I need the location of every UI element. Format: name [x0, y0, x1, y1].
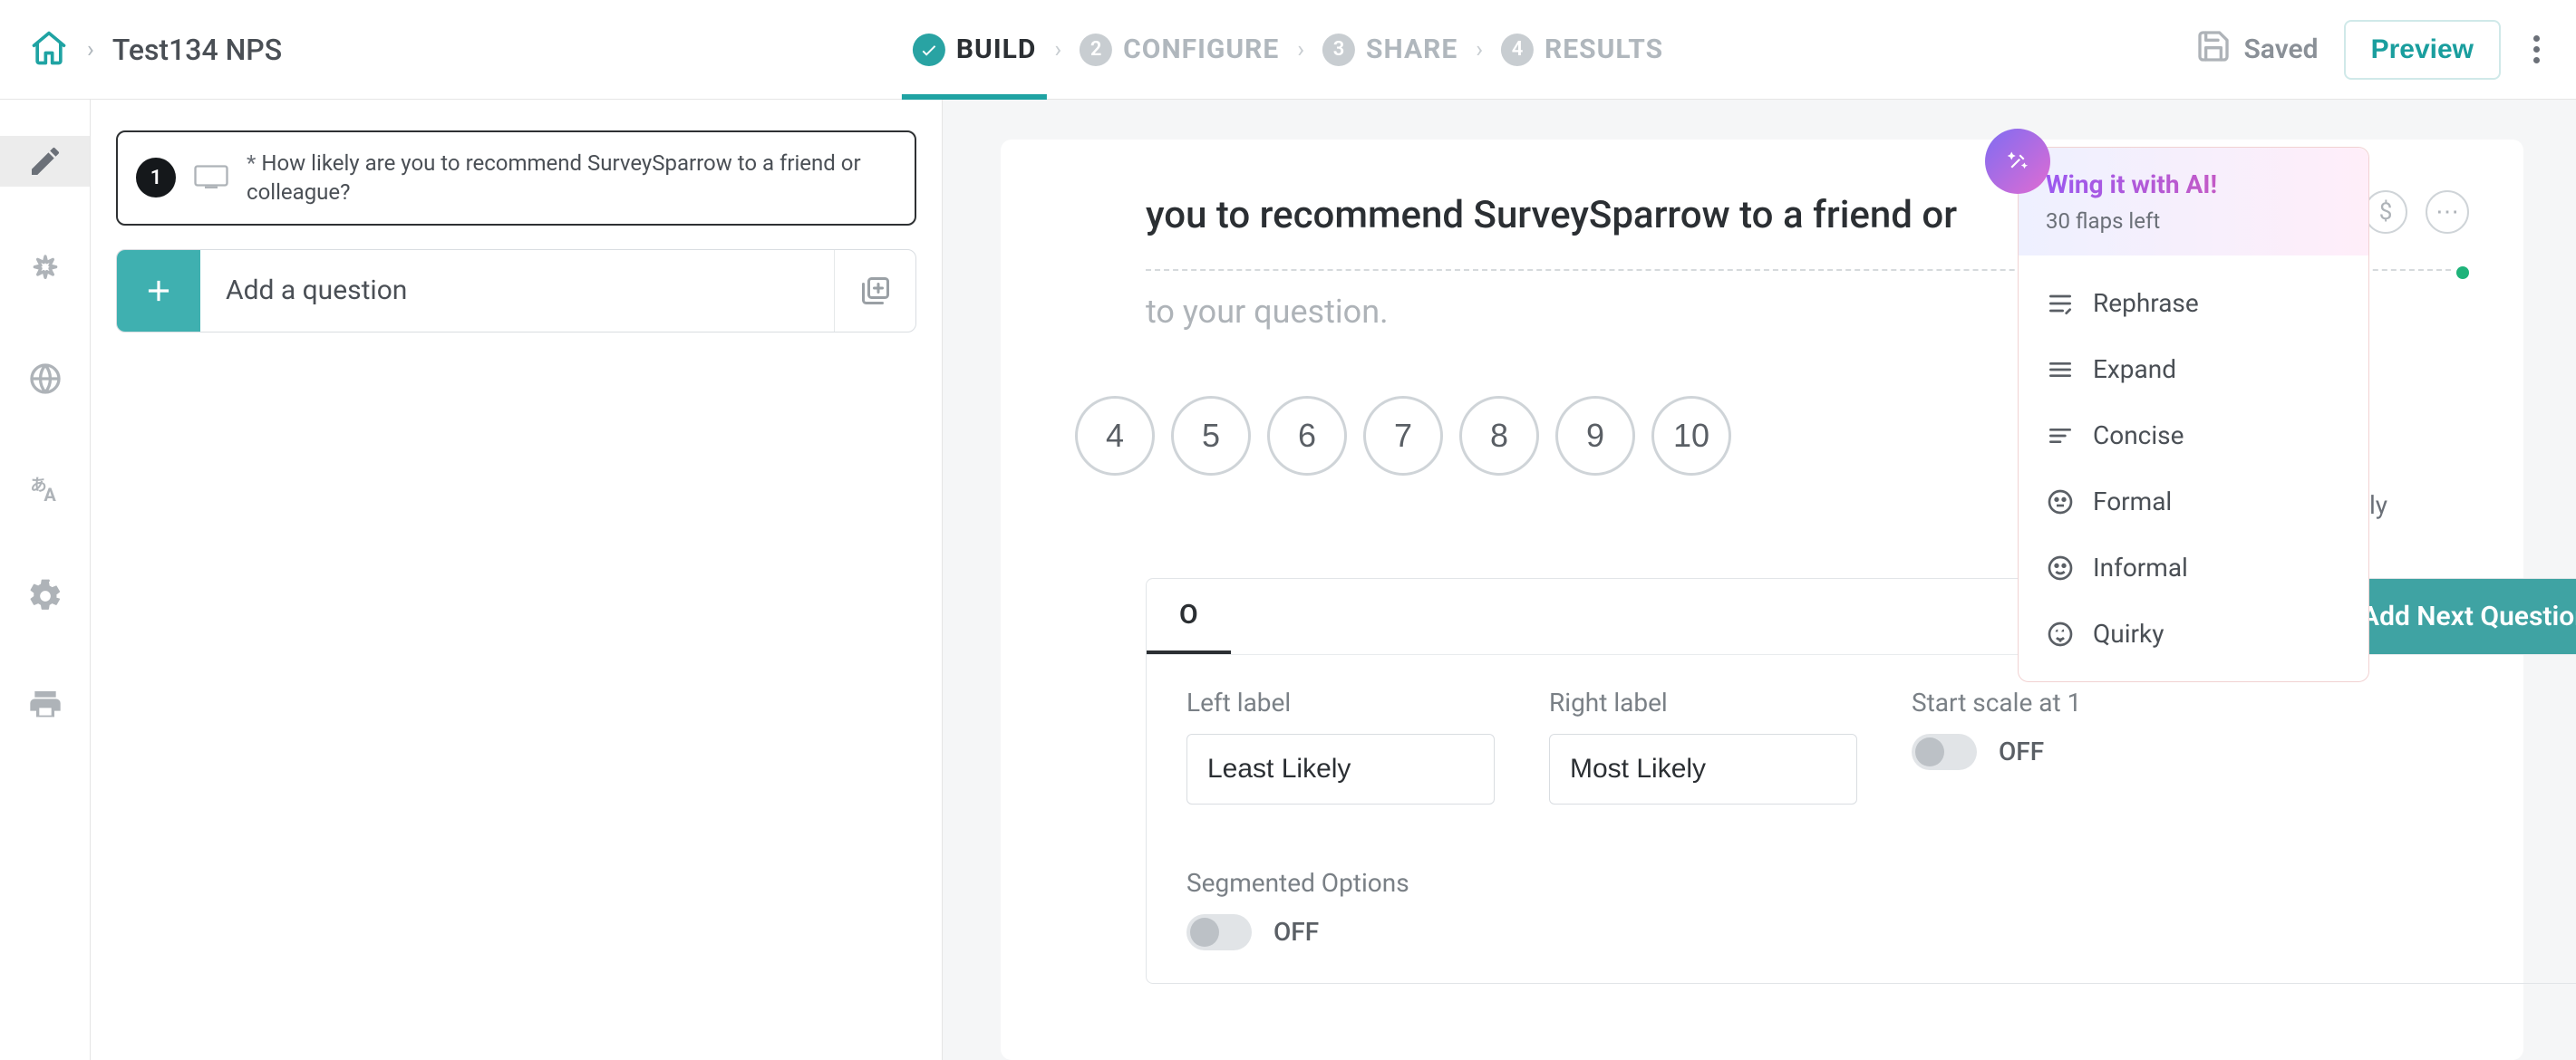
right-label-input[interactable]	[1549, 734, 1857, 805]
options-body: Left label Right label Start scale at 1 …	[1147, 655, 2576, 983]
preview-button[interactable]: Preview	[2344, 20, 2501, 80]
save-icon	[2195, 28, 2232, 72]
rail-print-icon[interactable]	[0, 679, 90, 730]
segmented-field: Segmented Options OFF	[1186, 868, 2576, 950]
right-label-field: Right label	[1549, 688, 1857, 805]
ai-item-label: Expand	[2093, 354, 2176, 384]
survey-title[interactable]: Test134 NPS	[112, 33, 282, 67]
question-number-badge: 1	[136, 158, 176, 198]
question-list-panel: 1 *How likely are you to recommend Surve…	[91, 100, 943, 1060]
field-caption: Start scale at 1	[1912, 688, 2081, 718]
field-caption: Right label	[1549, 688, 1857, 718]
toggle-row: OFF	[1912, 734, 2081, 770]
left-label-field: Left label	[1186, 688, 1495, 805]
more-horizontal-icon[interactable]: ⋯	[2426, 190, 2469, 234]
step-number: 3	[1322, 34, 1355, 66]
left-label-input[interactable]	[1186, 734, 1495, 805]
start-scale-field: Start scale at 1 OFF	[1912, 688, 2081, 805]
ai-title: Wing it with AI!	[2046, 169, 2341, 199]
step-label: BUILD	[956, 34, 1036, 65]
step-share[interactable]: 3 SHARE	[1312, 0, 1468, 99]
field-caption: Segmented Options	[1186, 868, 2576, 898]
ai-item-label: Quirky	[2093, 619, 2164, 649]
builder-steps: BUILD › 2 CONFIGURE › 3 SHARE › 4 RESULT…	[902, 0, 1674, 99]
scale-option[interactable]: 5	[1171, 396, 1251, 476]
field-caption: Left label	[1186, 688, 1495, 718]
tab-options[interactable]: O	[1147, 579, 1231, 654]
step-build[interactable]: BUILD	[902, 0, 1047, 99]
start-scale-toggle[interactable]	[1912, 734, 1977, 770]
ai-item-quirky[interactable]: Quirky	[2028, 601, 2359, 667]
scale-option[interactable]: 6	[1267, 396, 1347, 476]
add-question-row: Add a question	[116, 249, 916, 332]
canvas: $ ⋯ you to recommend SurveySparrow to a …	[943, 100, 2576, 1060]
chevron-right-icon: ›	[1054, 36, 1061, 63]
toggle-state-label: OFF	[1999, 737, 2044, 766]
step-results[interactable]: 4 RESULTS	[1490, 0, 1674, 99]
ai-item-label: Informal	[2093, 553, 2188, 583]
scale-option[interactable]: 10	[1651, 396, 1731, 476]
ai-list: Rephrase Expand Concise Formal Informal	[2019, 255, 2368, 681]
ai-popover: Wing it with AI! 30 flaps left Rephrase …	[2018, 147, 2369, 682]
chevron-right-icon: ›	[87, 36, 94, 63]
rail-globe-icon[interactable]	[0, 353, 90, 404]
add-from-library-icon[interactable]	[834, 250, 915, 332]
ai-item-informal[interactable]: Informal	[2028, 535, 2359, 601]
saved-indicator: Saved	[2195, 28, 2319, 72]
main-layout: あA 1 *How likely are you to recommend Su…	[0, 100, 2576, 1060]
step-number: 4	[1501, 34, 1534, 66]
step-label: CONFIGURE	[1123, 34, 1279, 65]
add-question-input[interactable]: Add a question	[200, 250, 834, 332]
svg-text:A: A	[44, 484, 56, 506]
scale-option[interactable]: 7	[1363, 396, 1443, 476]
status-dot	[2456, 266, 2469, 279]
segmented-toggle[interactable]	[1186, 914, 1252, 950]
ai-item-rephrase[interactable]: Rephrase	[2028, 270, 2359, 336]
rail-design-icon[interactable]	[0, 245, 90, 295]
chevron-right-icon: ›	[1297, 36, 1304, 63]
scale-option[interactable]: 9	[1555, 396, 1635, 476]
score-icon[interactable]: $	[2364, 190, 2407, 234]
rail-build-icon[interactable]	[0, 136, 90, 187]
saved-label: Saved	[2244, 34, 2319, 65]
step-label: RESULTS	[1545, 34, 1663, 65]
question-text: *How likely are you to recommend SurveyS…	[247, 149, 896, 207]
step-label: SHARE	[1366, 34, 1457, 65]
rail-settings-icon[interactable]	[0, 571, 90, 622]
step-number: 2	[1080, 34, 1112, 66]
required-asterisk: *	[247, 150, 256, 176]
check-icon	[913, 34, 945, 66]
home-icon[interactable]	[29, 28, 69, 72]
ai-item-expand[interactable]: Expand	[2028, 336, 2359, 402]
left-rail: あA	[0, 100, 91, 1060]
rail-translate-icon[interactable]: あA	[0, 462, 90, 513]
more-menu-icon[interactable]	[2526, 28, 2547, 71]
ai-wand-icon[interactable]	[1985, 129, 2050, 194]
add-question-button[interactable]	[117, 250, 200, 332]
app-header: › Test134 NPS BUILD › 2 CONFIGURE › 3 SH…	[0, 0, 2576, 100]
ai-item-label: Rephrase	[2093, 288, 2199, 318]
toggle-state-label: OFF	[1273, 917, 1319, 947]
toggle-row: OFF	[1186, 914, 2576, 950]
ai-item-label: Concise	[2093, 420, 2184, 450]
scale-option[interactable]: 8	[1459, 396, 1539, 476]
header-left: › Test134 NPS	[29, 28, 282, 72]
ai-popover-header: Wing it with AI! 30 flaps left	[2019, 148, 2368, 255]
ai-item-label: Formal	[2093, 487, 2172, 516]
chevron-right-icon: ›	[1476, 36, 1483, 63]
header-right: Saved Preview	[2195, 20, 2548, 80]
scale-option[interactable]: 4	[1075, 396, 1155, 476]
ai-subtitle: 30 flaps left	[2046, 208, 2341, 234]
question-card[interactable]: 1 *How likely are you to recommend Surve…	[116, 130, 916, 226]
ai-item-formal[interactable]: Formal	[2028, 468, 2359, 535]
step-configure[interactable]: 2 CONFIGURE	[1069, 0, 1290, 99]
ai-item-concise[interactable]: Concise	[2028, 402, 2359, 468]
question-type-icon	[194, 163, 228, 192]
